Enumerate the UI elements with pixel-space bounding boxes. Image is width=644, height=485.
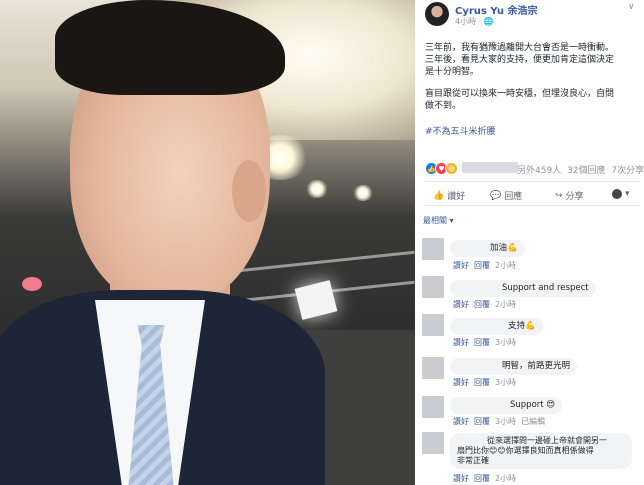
ear xyxy=(232,160,266,222)
comment-bubble: 明智，前路更光明 xyxy=(450,358,578,375)
post-line: 盲目跟從可以換來一時安穩，但埋沒良心，自問 xyxy=(425,89,615,99)
reaction-count[interactable]: 另外459人 xyxy=(517,166,561,176)
comment-like-link[interactable]: 讚好 xyxy=(453,261,469,270)
comment-reply-link[interactable]: 回覆 xyxy=(474,417,490,426)
thumbs-up-icon: 👍 xyxy=(433,190,445,201)
engagement-counts[interactable]: 另外459人 32個回應 7次分享 xyxy=(517,163,644,176)
comment-time[interactable]: 3小時 xyxy=(495,338,516,347)
comment-text-line: 扇門比你😊😊你選擇良知而真相係做得 xyxy=(457,446,594,455)
commenter-avatar[interactable] xyxy=(422,238,444,260)
blurred-name xyxy=(462,162,518,173)
reaction-icons[interactable]: 👍 ♥ 😆 xyxy=(425,162,458,175)
divider xyxy=(425,205,640,206)
comment-time[interactable]: 3小時 xyxy=(495,378,516,387)
caret-down-icon: ▾ xyxy=(625,189,630,199)
comment-bubble: 從來選擇問一邊碰上帝就會開另一 扇門比你😊😊你選擇良知而真相係做得 非常正確 xyxy=(450,433,632,469)
studio-light xyxy=(352,185,374,201)
commenter-avatar[interactable] xyxy=(422,357,444,379)
share-count[interactable]: 7次分享 xyxy=(611,166,644,176)
author-avatar[interactable] xyxy=(425,2,449,26)
comment-meta: 讚好 回覆 3小時 xyxy=(453,337,521,348)
comment-label: 回應 xyxy=(504,192,523,202)
comment-text: Support and respect xyxy=(502,283,589,293)
share-button[interactable]: ↪ 分享 xyxy=(555,189,584,203)
comment-time[interactable]: 3小時 xyxy=(495,417,516,426)
share-arrow-icon: ↪ xyxy=(555,190,563,201)
post-photo[interactable] xyxy=(0,0,415,485)
like-label: 讚好 xyxy=(447,192,466,202)
comment-reply-link[interactable]: 回覆 xyxy=(474,378,490,387)
post-line: 三年前，我有猶豫過離開大台會否是一時衝動。 xyxy=(425,43,615,53)
comment-like-link[interactable]: 讚好 xyxy=(453,378,469,387)
comment-bubble: Support 😍 xyxy=(450,397,563,414)
hashtag-link[interactable]: #不為五斗米折腰 xyxy=(425,124,496,137)
comment-bubble: Support and respect xyxy=(450,280,596,297)
commenter-avatar[interactable] xyxy=(422,432,444,454)
lapel-pin xyxy=(22,277,42,291)
comment-reply-link[interactable]: 回覆 xyxy=(474,474,490,483)
edited-label[interactable]: 已編輯 xyxy=(521,417,545,426)
comment-text: 明智，前路更光明 xyxy=(502,361,571,371)
comment-text-line: 從來選擇問一邊碰上帝就會開另一 xyxy=(487,436,607,445)
share-label: 分享 xyxy=(565,192,584,202)
post-paragraph-2: 盲目跟從可以換來一時安穩，但埋沒良心，自問 做不到。 xyxy=(425,88,641,112)
haha-reaction-icon: 😆 xyxy=(445,162,458,175)
comment-reply-link[interactable]: 回覆 xyxy=(474,300,490,309)
comment-icon: 💬 xyxy=(490,190,502,201)
comment-sort-dropdown[interactable]: 最相關 ▾ xyxy=(423,215,454,226)
softbox-light xyxy=(294,280,338,320)
post-time-text[interactable]: 4小時 · xyxy=(455,17,481,26)
comment-reply-link[interactable]: 回覆 xyxy=(474,261,490,270)
like-button[interactable]: 👍 讚好 xyxy=(433,189,466,203)
comment-text: Support 😍 xyxy=(510,400,556,410)
post-timestamp[interactable]: 4小時 · 🌐 xyxy=(455,16,494,27)
comment-like-link[interactable]: 讚好 xyxy=(453,338,469,347)
comment-bubble: 加油💪 xyxy=(450,240,525,257)
share-avatar-icon xyxy=(612,189,622,199)
comment-text: 加油💪 xyxy=(490,243,518,253)
post-line: 做不到。 xyxy=(425,101,462,111)
comment-bubble: 支持💪 xyxy=(450,318,543,335)
comment-button[interactable]: 💬 回應 xyxy=(490,189,523,203)
comment-meta: 讚好 回覆 2小時 xyxy=(453,473,521,484)
commenter-avatar[interactable] xyxy=(422,314,444,336)
comment-text: 支持💪 xyxy=(508,321,536,331)
comment-text-line: 非常正確 xyxy=(457,456,489,465)
comment-reply-link[interactable]: 回覆 xyxy=(474,338,490,347)
chevron-down-icon[interactable]: ∨ xyxy=(628,2,635,12)
author-name[interactable]: Cyrus Yu 余浩宗 xyxy=(455,2,537,17)
comment-like-link[interactable]: 讚好 xyxy=(453,300,469,309)
comment-meta: 讚好 回覆 2小時 xyxy=(453,299,521,310)
commenter-avatar[interactable] xyxy=(422,396,444,418)
share-as-selector[interactable]: ▾ xyxy=(612,189,630,199)
globe-icon: 🌐 xyxy=(483,17,494,26)
post-line: 三年後，看見大家的支持，便更加肯定這個決定 xyxy=(425,55,615,65)
post-paragraph-1: 三年前，我有猶豫過離開大台會否是一時衝動。 三年後，看見大家的支持，便更加肯定這… xyxy=(425,42,641,78)
comment-count[interactable]: 32個回應 xyxy=(567,166,605,176)
comment-time[interactable]: 2小時 xyxy=(495,474,516,483)
comment-like-link[interactable]: 讚好 xyxy=(453,474,469,483)
post-line: 是十分明智。 xyxy=(425,67,480,77)
comment-meta: 讚好 回覆 2小時 xyxy=(453,260,521,271)
comment-time[interactable]: 2小時 xyxy=(495,300,516,309)
comment-like-link[interactable]: 讚好 xyxy=(453,417,469,426)
commenter-avatar[interactable] xyxy=(422,276,444,298)
comment-meta: 讚好 回覆 3小時 xyxy=(453,377,521,388)
divider xyxy=(425,181,640,182)
comment-meta: 讚好 回覆 3小時 已編輯 xyxy=(453,416,550,427)
comment-time[interactable]: 2小時 xyxy=(495,261,516,270)
studio-light xyxy=(305,180,329,198)
